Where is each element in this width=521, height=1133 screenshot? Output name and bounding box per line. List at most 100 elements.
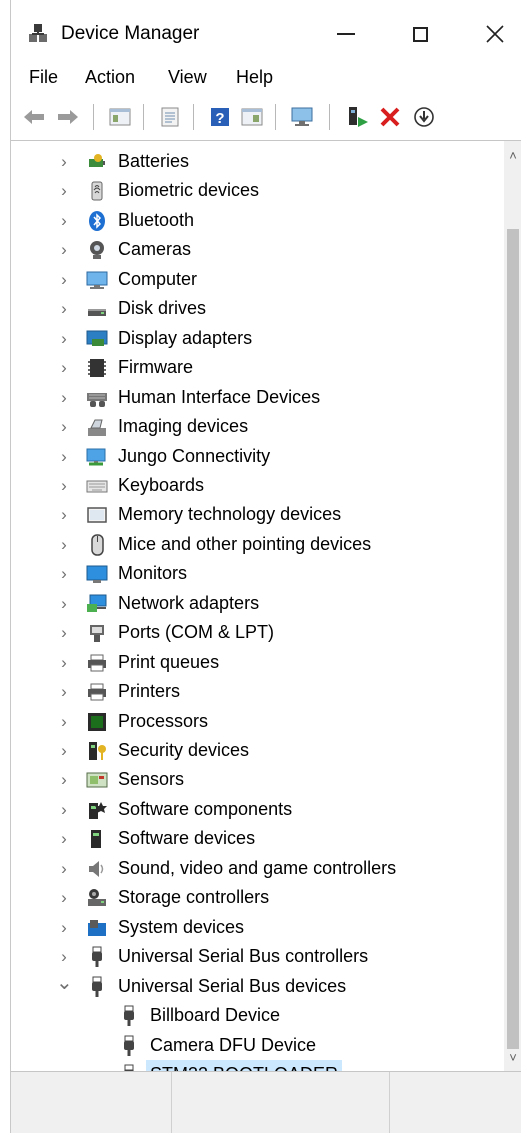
tree-device-row[interactable]: Camera DFU Device [11, 1031, 501, 1060]
expand-chevron-right-icon[interactable]: › [56, 471, 72, 500]
tree-category-row[interactable]: › Computer [11, 265, 501, 294]
expand-chevron-right-icon[interactable]: › [56, 942, 72, 971]
tree-category-row[interactable]: › Imaging devices [11, 412, 501, 441]
tree-item-label: Memory technology devices [118, 504, 342, 525]
menu-help[interactable]: Help [236, 64, 273, 90]
properties-button[interactable] [107, 104, 133, 130]
tree-category-row[interactable]: › Network adapters [11, 589, 501, 618]
expand-chevron-right-icon[interactable]: › [56, 736, 72, 765]
expand-chevron-right-icon[interactable]: › [56, 383, 72, 412]
printer-icon [88, 654, 106, 672]
tree-category-row[interactable]: › Bluetooth [11, 206, 501, 235]
properties-sheet-icon [109, 108, 131, 126]
scan-hardware-button[interactable] [345, 104, 371, 130]
tree-category-row[interactable]: › Storage controllers [11, 883, 501, 912]
expand-chevron-right-icon[interactable]: › [56, 618, 72, 647]
update-driver-button[interactable] [411, 104, 437, 130]
expand-chevron-right-icon[interactable]: › [56, 677, 72, 706]
scrollbar-thumb[interactable] [507, 229, 519, 1049]
expand-chevron-right-icon[interactable]: › [56, 294, 72, 323]
scroll-up-arrow-icon[interactable]: ˄ [506, 149, 520, 163]
expand-chevron-right-icon[interactable]: › [56, 589, 72, 618]
tree-item-label: Cameras [118, 239, 192, 260]
expand-chevron-right-icon[interactable]: › [56, 883, 72, 912]
expand-chevron-right-icon[interactable]: › [56, 707, 72, 736]
expand-chevron-right-icon[interactable]: › [56, 559, 72, 588]
expand-chevron-right-icon[interactable]: › [56, 206, 72, 235]
window-title: Device Manager [61, 23, 200, 44]
tree-category-row[interactable]: › Firmware [11, 353, 501, 382]
expand-chevron-right-icon[interactable]: › [56, 442, 72, 471]
expand-chevron-right-icon[interactable]: › [56, 795, 72, 824]
tree-category-row[interactable]: › Print queues [11, 648, 501, 677]
expand-chevron-right-icon[interactable]: › [56, 648, 72, 677]
tree-item-label: Keyboards [118, 474, 205, 495]
tree-category-row[interactable]: › Disk drives [11, 294, 501, 323]
menu-file[interactable]: File [29, 64, 58, 90]
expand-chevron-right-icon[interactable]: › [56, 765, 72, 794]
expand-chevron-right-icon[interactable]: › [56, 824, 72, 853]
details-pane-button[interactable] [239, 104, 265, 130]
tree-device-row[interactable]: Billboard Device [11, 1001, 501, 1030]
tree-category-row[interactable]: › Ports (COM & LPT) [11, 618, 501, 647]
tree-category-row[interactable]: › Sensors [11, 765, 501, 794]
tree-category-row[interactable]: › Keyboards [11, 471, 501, 500]
tree-category-row[interactable]: › Human Interface Devices [11, 383, 501, 412]
expand-chevron-right-icon[interactable]: › [56, 265, 72, 294]
tree-category-row[interactable]: › Sound, video and game controllers [11, 854, 501, 883]
expand-chevron-right-icon[interactable]: › [56, 235, 72, 264]
software-device-icon [91, 830, 101, 849]
tree-category-row[interactable]: › Processors [11, 707, 501, 736]
help-button[interactable]: ? [207, 104, 233, 130]
tree-category-row[interactable]: › Batteries [11, 147, 501, 176]
close-icon [486, 25, 504, 43]
maximize-button[interactable] [393, 12, 447, 56]
expand-chevron-right-icon[interactable]: › [56, 412, 72, 441]
tree-category-row[interactable]: › Printers [11, 677, 501, 706]
menu-action[interactable]: Action [85, 64, 135, 90]
tree-category-row[interactable]: › Universal Serial Bus controllers [11, 942, 501, 971]
expand-chevron-right-icon[interactable]: › [56, 324, 72, 353]
disk-drive-icon [88, 309, 106, 317]
display-adapter-icon [86, 330, 108, 346]
tree-category-row[interactable]: › Mice and other pointing devices [11, 530, 501, 559]
tree-category-row[interactable]: › Cameras [11, 235, 501, 264]
network-icon [87, 594, 107, 612]
expand-chevron-right-icon[interactable]: › [56, 353, 72, 382]
expand-chevron-right-icon[interactable]: › [56, 147, 72, 176]
menu-view[interactable]: View [168, 64, 207, 90]
keyboard-icon [86, 480, 108, 493]
tree-category-row[interactable]: › Software devices [11, 824, 501, 853]
expand-chevron-right-icon[interactable]: › [56, 913, 72, 942]
tree-category-row[interactable]: › Memory technology devices [11, 500, 501, 529]
show-hidden-button[interactable] [157, 104, 183, 130]
expand-chevron-right-icon[interactable]: › [56, 176, 72, 205]
biometric-icon [91, 181, 103, 201]
close-button[interactable] [468, 12, 521, 56]
tree-category-row[interactable]: › Software components [11, 795, 501, 824]
tree-item-label: Bluetooth [118, 209, 195, 230]
tree-device-row[interactable]: STM32 BOOTLOADER [11, 1059, 501, 1071]
expand-chevron-right-icon[interactable]: › [56, 500, 72, 529]
scroll-down-arrow-icon[interactable]: ˅ [506, 1051, 520, 1065]
vertical-scrollbar[interactable]: ˄ ˅ [504, 141, 521, 1071]
tree-category-row[interactable]: › Display adapters [11, 324, 501, 353]
storage-icon [88, 889, 106, 907]
forward-button[interactable] [55, 104, 81, 130]
title-bar[interactable]: Device Manager [11, 0, 521, 66]
back-button[interactable] [21, 104, 47, 130]
expand-chevron-down-icon[interactable]: ⌄ [56, 972, 73, 1001]
uninstall-button[interactable] [377, 104, 403, 130]
tree-category-row[interactable]: › Jungo Connectivity [11, 442, 501, 471]
tree-category-row[interactable]: › Biometric devices [11, 176, 501, 205]
monitor-icon [86, 565, 108, 584]
software-component-icon [89, 801, 107, 819]
tree-category-row[interactable]: › System devices [11, 913, 501, 942]
tree-category-row[interactable]: › Monitors [11, 559, 501, 588]
tree-category-row[interactable]: ⌄ Universal Serial Bus devices [11, 972, 501, 1001]
expand-chevron-right-icon[interactable]: › [56, 530, 72, 559]
expand-chevron-right-icon[interactable]: › [56, 854, 72, 883]
minimize-button[interactable] [319, 12, 373, 56]
tree-category-row[interactable]: › Security devices [11, 736, 501, 765]
connect-computer-button[interactable] [289, 104, 315, 130]
